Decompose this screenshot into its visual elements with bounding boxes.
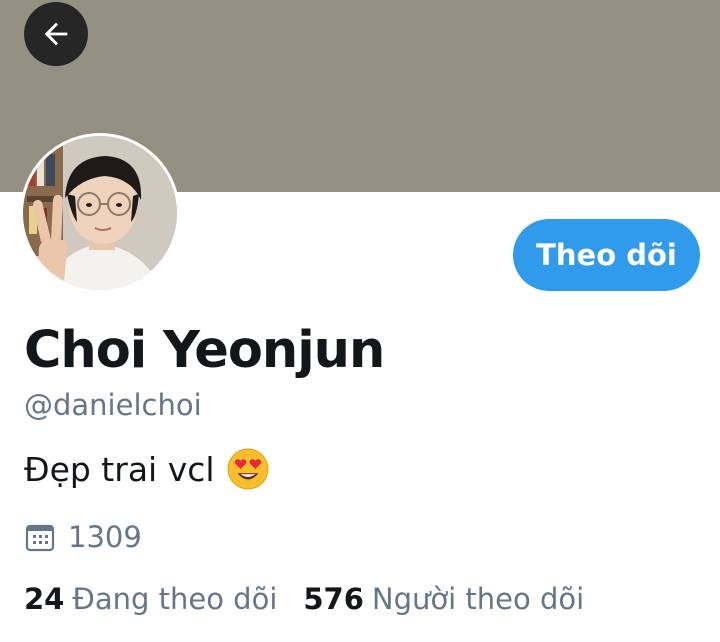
avatar[interactable] [20, 133, 180, 293]
followers-link[interactable]: 576 Người theo dõi [303, 582, 584, 616]
following-count: 24 [24, 582, 65, 616]
bio-text: Đẹp trai vcl [24, 449, 215, 489]
bio: Đẹp trai vcl [24, 448, 269, 490]
following-label: Đang theo dõi [72, 582, 278, 616]
avatar-photo [23, 136, 177, 290]
followers-label: Người theo dõi [371, 582, 585, 616]
follow-stats: 24 Đang theo dõi 576 Người theo dõi [24, 582, 584, 616]
meta-value: 1309 [68, 520, 142, 554]
display-name: Choi Yeonjun [24, 321, 385, 380]
back-arrow-icon [44, 22, 68, 46]
smiling-face-with-heart-eyes-icon [227, 448, 269, 490]
username-handle: @danielchoi [24, 388, 202, 422]
follow-button[interactable]: Theo dõi [513, 219, 700, 291]
back-button[interactable] [24, 2, 88, 66]
calendar-icon [25, 524, 55, 552]
followers-count: 576 [303, 582, 364, 616]
profile-meta: 1309 [24, 520, 142, 554]
following-link[interactable]: 24 Đang theo dõi [24, 582, 277, 616]
